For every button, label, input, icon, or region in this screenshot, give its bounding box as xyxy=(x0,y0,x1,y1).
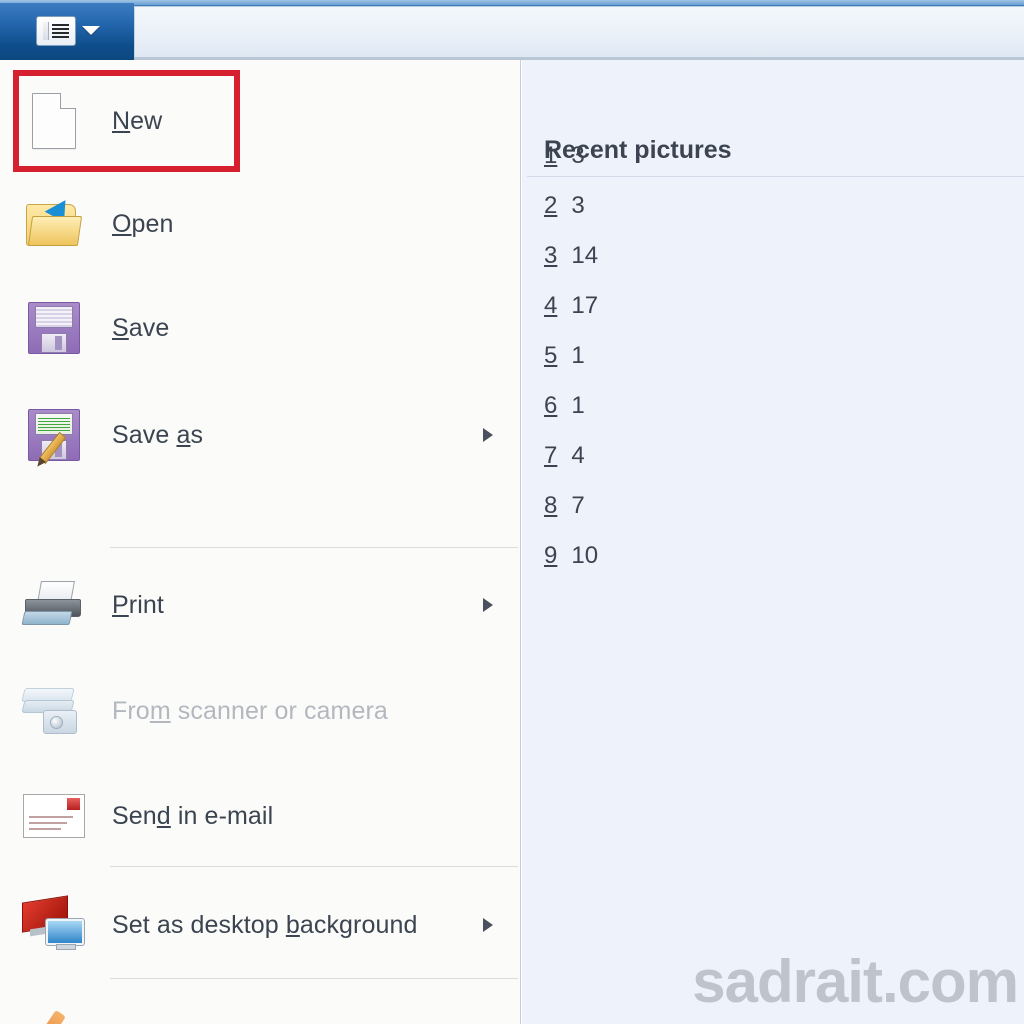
menu-item-new-label: New xyxy=(112,106,163,135)
paint-menu-icon-bar xyxy=(43,22,49,40)
menu-item-print[interactable]: Print xyxy=(0,553,520,657)
recent-item-index: 8 xyxy=(544,492,558,519)
menu-separator xyxy=(110,547,518,548)
menu-item-save-as-label: Save as xyxy=(112,420,204,449)
floppy-disk-icon xyxy=(16,276,92,380)
recent-item[interactable]: 2 3 xyxy=(544,192,585,220)
recent-item-name: 17 xyxy=(571,292,599,319)
recent-item-index: 3 xyxy=(544,242,558,269)
recent-item-index: 5 xyxy=(544,342,558,369)
menu-item-properties-label: Properties xyxy=(112,1020,227,1024)
recent-item[interactable]: 4 17 xyxy=(544,292,598,320)
recent-item-name: 3 xyxy=(571,192,585,219)
recent-item[interactable]: 7 4 xyxy=(544,442,585,470)
file-menu-panel: New Open Save Save as Print From scanner… xyxy=(0,60,521,1024)
new-document-icon xyxy=(16,70,92,172)
titlebar-highlight xyxy=(0,0,1024,5)
recent-pictures-panel: Recent pictures 1 3 2 3 3 14 4 17 5 1 6 … xyxy=(522,60,1024,1024)
menu-item-from-scanner-or-camera-label: From scanner or camera xyxy=(112,696,388,725)
recent-pictures-divider xyxy=(527,176,1024,177)
desktop-monitors-icon xyxy=(16,872,92,978)
menu-item-save[interactable]: Save xyxy=(0,276,520,380)
submenu-arrow-icon xyxy=(483,428,493,442)
recent-item-name: 4 xyxy=(571,442,585,469)
recent-item[interactable]: 3 14 xyxy=(544,242,598,270)
recent-item-index: 2 xyxy=(544,192,558,219)
ribbon-area xyxy=(134,6,1024,60)
paint-menu-icon-lines xyxy=(52,24,69,38)
paint-file-menu-screen: New Open Save Save as Print From scanner… xyxy=(0,0,1024,1024)
chevron-down-icon[interactable] xyxy=(82,26,100,35)
submenu-arrow-icon xyxy=(483,598,493,612)
menu-item-open-label: Open xyxy=(112,209,174,238)
submenu-arrow-icon xyxy=(483,918,493,932)
menu-item-send-in-email-label: Send in e-mail xyxy=(112,801,274,830)
recent-item-name: 1 xyxy=(571,342,585,369)
menu-item-set-as-desktop-background-label: Set as desktop background xyxy=(112,910,418,939)
menu-item-from-scanner-or-camera: From scanner or camera xyxy=(0,657,520,765)
menu-separator xyxy=(110,978,518,979)
recent-item-name: 14 xyxy=(571,242,599,269)
recent-item-name: 3 xyxy=(571,142,585,169)
menu-item-new[interactable]: New xyxy=(0,70,520,172)
recent-item[interactable]: 6 1 xyxy=(544,392,585,420)
recent-item[interactable]: 8 7 xyxy=(544,492,585,520)
menu-item-open[interactable]: Open xyxy=(0,172,520,276)
menu-item-save-label: Save xyxy=(112,313,170,342)
floppy-disk-pencil-icon xyxy=(16,380,92,490)
paint-menu-icon[interactable] xyxy=(36,16,76,46)
orange-check-icon xyxy=(16,984,92,1024)
recent-item-name: 10 xyxy=(571,542,599,569)
recent-item[interactable]: 9 10 xyxy=(544,542,598,570)
recent-item-index: 7 xyxy=(544,442,558,469)
envelope-icon xyxy=(16,765,92,867)
scanner-camera-icon xyxy=(16,657,92,765)
recent-item-name: 7 xyxy=(571,492,585,519)
recent-item-index: 4 xyxy=(544,292,558,319)
recent-item-index: 9 xyxy=(544,542,558,569)
menu-item-send-in-email[interactable]: Send in e-mail xyxy=(0,765,520,867)
printer-icon xyxy=(16,553,92,657)
title-bar xyxy=(0,0,1024,60)
watermark: sadrait.com xyxy=(692,948,1019,1015)
menu-item-save-as[interactable]: Save as xyxy=(0,380,520,490)
menu-item-print-label: Print xyxy=(112,590,164,619)
open-folder-icon xyxy=(16,172,92,276)
recent-item-name: 1 xyxy=(571,392,585,419)
recent-item[interactable]: 5 1 xyxy=(544,342,585,370)
recent-item-index: 6 xyxy=(544,392,558,419)
menu-item-set-as-desktop-background[interactable]: Set as desktop background xyxy=(0,872,520,978)
menu-item-properties[interactable]: Properties xyxy=(0,984,520,1024)
menu-separator xyxy=(110,866,518,867)
recent-item[interactable]: 1 3 xyxy=(544,142,585,170)
recent-item-index: 1 xyxy=(544,142,558,169)
